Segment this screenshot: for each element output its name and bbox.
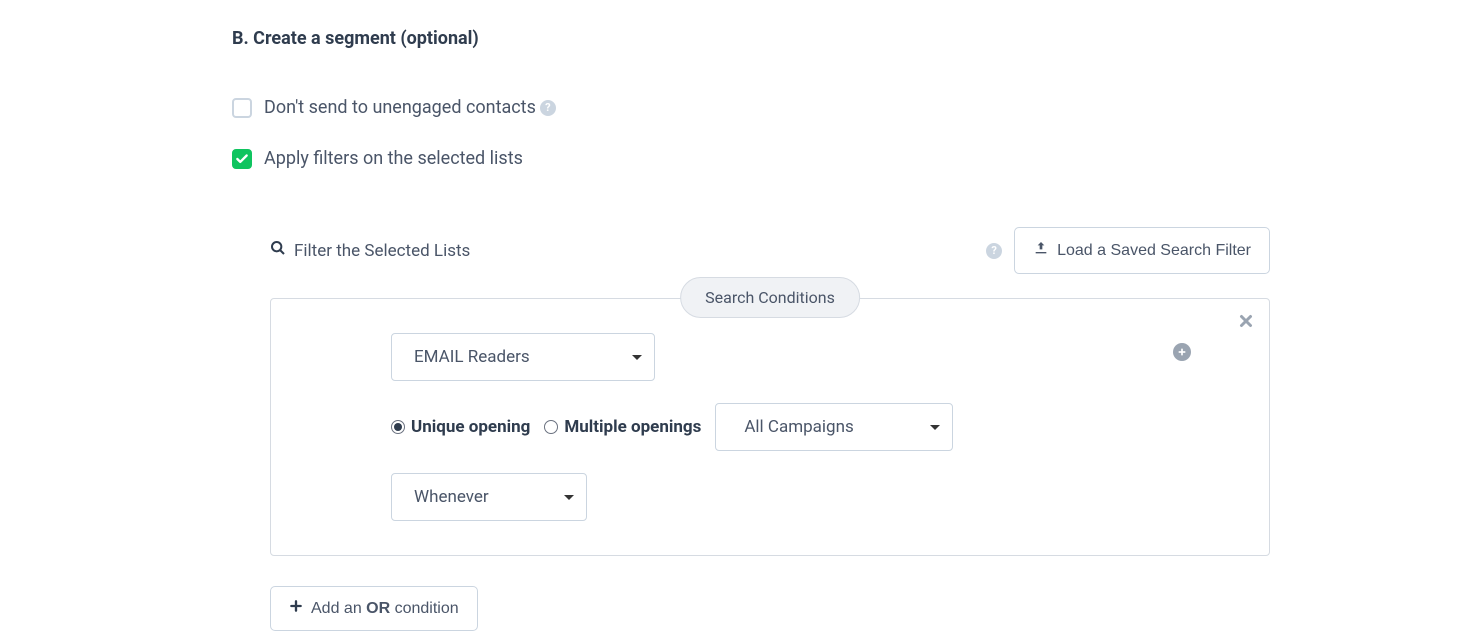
radio-unique-opening[interactable]: Unique opening <box>391 417 530 437</box>
plus-icon <box>289 599 303 618</box>
checkbox-applyfilters-label: Apply filters on the selected lists <box>264 148 523 169</box>
add-condition-icon[interactable] <box>1173 343 1191 361</box>
help-icon[interactable]: ? <box>540 100 556 116</box>
time-select-value: Whenever <box>414 487 489 507</box>
checkbox-applyfilters-row[interactable]: Apply filters on the selected lists <box>232 148 1270 169</box>
add-or-condition-button[interactable]: Add an OR condition <box>270 586 478 631</box>
search-conditions-group: Search Conditions EMAIL Readers Unique o… <box>270 298 1270 556</box>
attribute-select[interactable]: EMAIL Readers <box>391 333 655 381</box>
chevron-down-icon <box>564 495 574 500</box>
checkbox-unengaged-label: Don't send to unengaged contacts <box>264 97 536 118</box>
upload-icon <box>1033 240 1049 261</box>
radio-multiple-input[interactable] <box>544 420 558 434</box>
radio-multiple-openings[interactable]: Multiple openings <box>544 417 701 437</box>
checkbox-unengaged[interactable] <box>232 98 252 118</box>
help-icon[interactable]: ? <box>986 243 1002 259</box>
radio-multiple-label: Multiple openings <box>564 417 701 437</box>
search-icon <box>270 240 286 261</box>
add-or-label: Add an OR condition <box>311 600 459 618</box>
search-conditions-legend: Search Conditions <box>680 277 860 318</box>
filter-header-label: Filter the Selected Lists <box>294 241 470 261</box>
checkbox-unengaged-row[interactable]: Don't send to unengaged contacts ? <box>232 97 1270 118</box>
section-title: B. Create a segment (optional) <box>232 28 1270 49</box>
time-select[interactable]: Whenever <box>391 473 587 521</box>
load-saved-filter-label: Load a Saved Search Filter <box>1057 242 1251 260</box>
close-icon[interactable] <box>1237 311 1255 336</box>
chevron-down-icon <box>632 355 642 360</box>
attribute-select-value: EMAIL Readers <box>414 347 530 367</box>
radio-unique-input[interactable] <box>391 420 405 434</box>
radio-unique-label: Unique opening <box>411 417 530 437</box>
checkbox-applyfilters[interactable] <box>232 149 252 169</box>
load-saved-filter-button[interactable]: Load a Saved Search Filter <box>1014 227 1270 274</box>
chevron-down-icon <box>930 425 940 430</box>
campaigns-select-value: All Campaigns <box>744 417 853 437</box>
campaigns-select[interactable]: All Campaigns <box>715 403 953 451</box>
